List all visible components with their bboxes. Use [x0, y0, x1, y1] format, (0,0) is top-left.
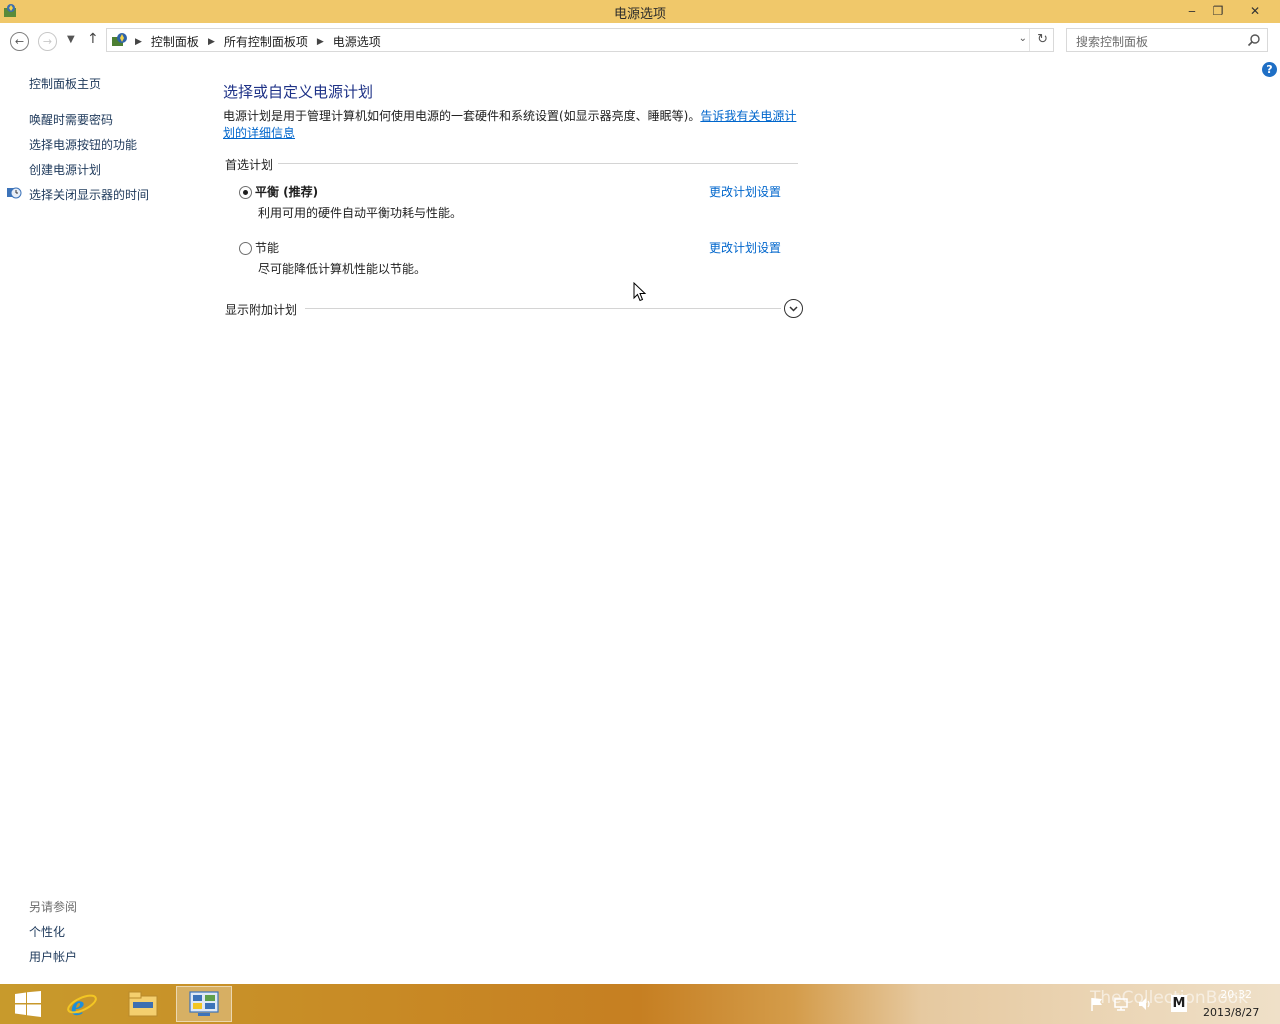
- close-button[interactable]: ✕: [1232, 0, 1278, 22]
- back-arrow-icon: ←: [14, 35, 25, 48]
- help-icon[interactable]: ?: [1262, 62, 1277, 77]
- see-also-link-user-accounts[interactable]: 用户帐户: [29, 948, 77, 965]
- breadcrumb-item-control-panel[interactable]: 控制面板: [151, 33, 199, 50]
- plan-balanced-change-settings-link[interactable]: 更改计划设置: [709, 183, 781, 200]
- navigation-bar: ← → ▼ ↑ ▶ 控制面板 ▶ 所有控制面板项 ▶ 电源选项 ⌄ ↻ 搜索控制…: [0, 23, 1280, 59]
- taskbar-control-panel[interactable]: [176, 986, 232, 1022]
- sidebar-link-home[interactable]: 控制面板主页: [29, 75, 101, 92]
- plan-power-saver-name[interactable]: 节能: [255, 239, 279, 256]
- clock-date[interactable]: 2013/8/27: [1203, 1006, 1259, 1019]
- start-button[interactable]: [0, 986, 56, 1022]
- address-bar[interactable]: ▶ 控制面板 ▶ 所有控制面板项 ▶ 电源选项 ⌄ ↻: [106, 28, 1054, 52]
- shield-clock-icon: [7, 187, 22, 199]
- help-label: ?: [1266, 63, 1273, 76]
- expand-additional-plans-button[interactable]: [784, 299, 803, 318]
- sidebar-link-wake-password[interactable]: 唤醒时需要密码: [29, 111, 113, 128]
- file-explorer-icon: [128, 991, 158, 1017]
- window-title: 电源选项: [613, 7, 666, 22]
- section-divider: [278, 163, 798, 164]
- page-description: 电源计划是用于管理计算机如何使用电源的一套硬件和系统设置(如显示器亮度、睡眠等)…: [223, 108, 799, 142]
- plan-balanced-radio[interactable]: [239, 186, 252, 199]
- search-placeholder: 搜索控制面板: [1076, 35, 1149, 49]
- refresh-icon: ↻: [1037, 32, 1048, 47]
- restore-button[interactable]: ❐: [1204, 0, 1232, 22]
- network-icon[interactable]: [1113, 996, 1129, 1012]
- sidebar-link-power-button[interactable]: 选择电源按钮的功能: [29, 136, 137, 153]
- section-divider: [305, 308, 781, 309]
- sidebar-link-display-off[interactable]: 选择关闭显示器的时间: [29, 186, 149, 203]
- breadcrumb-separator[interactable]: ▶: [317, 37, 324, 47]
- breadcrumb-item-all-items[interactable]: 所有控制面板项: [224, 33, 308, 50]
- chevron-down-icon: ⌄: [1018, 33, 1027, 44]
- plan-balanced-description: 利用可用的硬件自动平衡功耗与性能。: [258, 206, 463, 220]
- forward-button[interactable]: →: [38, 32, 57, 51]
- mouse-cursor-icon: [633, 282, 647, 302]
- sidebar: 控制面板主页 唤醒时需要密码 选择电源按钮的功能 创建电源计划 选择关闭显示器的…: [0, 59, 200, 984]
- search-icon[interactable]: [1247, 33, 1261, 47]
- chevron-circle-down-icon: [789, 305, 798, 312]
- forward-arrow-icon: →: [42, 35, 53, 48]
- recent-locations-button[interactable]: ▼: [67, 34, 75, 45]
- up-arrow-icon: ↑: [87, 31, 99, 47]
- address-divider: [1029, 29, 1030, 51]
- flag-icon[interactable]: [1089, 996, 1105, 1012]
- preferred-plans-heading: 首选计划: [225, 158, 274, 172]
- windows-start-icon: [15, 991, 41, 1017]
- address-dropdown-button[interactable]: ⌄: [1019, 33, 1027, 44]
- plan-balanced-name[interactable]: 平衡 (推荐): [255, 183, 318, 200]
- taskbar-file-explorer[interactable]: [115, 986, 171, 1022]
- breadcrumb-separator[interactable]: ▶: [135, 37, 142, 47]
- svg-text:e: e: [71, 989, 84, 1020]
- control-panel-taskbar-icon: [189, 991, 219, 1016]
- control-panel-icon: [112, 33, 127, 46]
- ie-icon: e: [67, 989, 97, 1020]
- see-also-link-personalization[interactable]: 个性化: [29, 923, 65, 940]
- clock-time[interactable]: 20:32: [1218, 988, 1252, 1001]
- taskbar-internet-explorer[interactable]: e: [54, 986, 110, 1022]
- chevron-down-icon: ▼: [67, 34, 75, 45]
- refresh-button[interactable]: ↻: [1037, 32, 1048, 47]
- plan-power-saver-description: 尽可能降低计算机性能以节能。: [258, 262, 427, 276]
- plan-power-saver-change-settings-link[interactable]: 更改计划设置: [709, 239, 781, 256]
- back-button[interactable]: ←: [10, 32, 29, 51]
- sidebar-link-create-plan[interactable]: 创建电源计划: [29, 161, 101, 178]
- title-bar: 电源选项 ‒ ❐ ✕: [0, 0, 1280, 23]
- breadcrumb-item-power-options[interactable]: 电源选项: [333, 33, 381, 50]
- plan-power-saver-radio[interactable]: [239, 242, 252, 255]
- speaker-icon[interactable]: [1137, 996, 1153, 1012]
- breadcrumb: ▶ 控制面板 ▶ 所有控制面板项 ▶ 电源选项: [135, 33, 381, 50]
- input-method-indicator[interactable]: M: [1171, 995, 1187, 1012]
- minimize-button[interactable]: ‒: [1178, 0, 1206, 22]
- search-input[interactable]: 搜索控制面板: [1066, 28, 1268, 52]
- description-text: 电源计划是用于管理计算机如何使用电源的一套硬件和系统设置(如显示器亮度、睡眠等)…: [223, 109, 701, 123]
- taskbar: e TheCollectionBook M 20:32 2013/8/27: [0, 984, 1280, 1024]
- additional-plans-heading[interactable]: 显示附加计划: [225, 301, 297, 318]
- page-title: 选择或自定义电源计划: [223, 83, 374, 101]
- up-button[interactable]: ↑: [87, 31, 99, 47]
- breadcrumb-separator[interactable]: ▶: [208, 37, 215, 47]
- see-also-heading: 另请参阅: [29, 900, 78, 914]
